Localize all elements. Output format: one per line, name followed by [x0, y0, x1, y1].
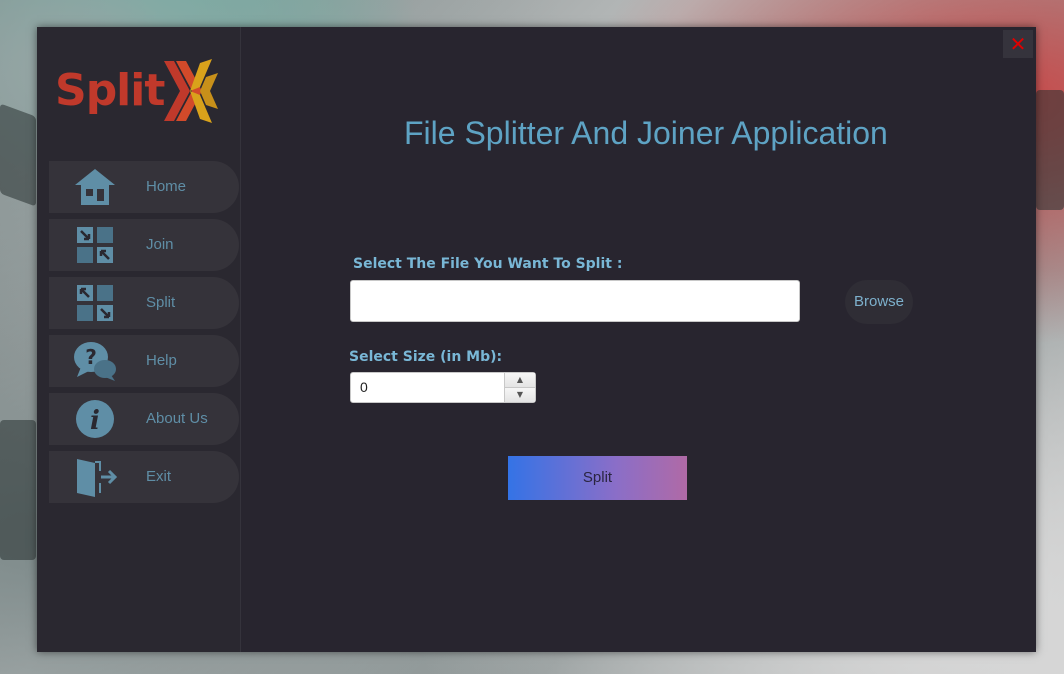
exit-icon: [77, 459, 117, 497]
sidebar-item-join[interactable]: Join: [49, 219, 239, 271]
svg-text:i: i: [90, 406, 100, 436]
size-select-label: Select Size (in Mb):: [349, 349, 503, 365]
background-shape: [0, 103, 36, 207]
sidebar: Split Home Join Split ? Help i About Us …: [37, 27, 241, 652]
page-title: File Splitter And Joiner Application: [404, 115, 888, 151]
file-select-label: Select The File You Want To Split :: [353, 256, 623, 272]
file-path-input[interactable]: [350, 280, 800, 322]
spinner-down-icon[interactable]: ▼: [505, 388, 535, 402]
sidebar-item-label: Exit: [146, 468, 172, 485]
size-spinner[interactable]: 0 ▲ ▼: [350, 372, 536, 403]
info-icon: i: [76, 400, 114, 438]
size-value[interactable]: 0: [360, 373, 368, 402]
spinner-buttons: ▲ ▼: [504, 373, 535, 402]
sidebar-item-label: Home: [146, 178, 187, 195]
sidebar-item-about-us[interactable]: i About Us: [49, 393, 239, 445]
spinner-up-icon[interactable]: ▲: [505, 373, 535, 388]
background-shape: [1036, 90, 1064, 210]
sidebar-item-label: Join: [146, 236, 174, 253]
logo-text: Split: [55, 65, 165, 116]
close-button[interactable]: ✕: [1003, 30, 1033, 58]
sidebar-item-label: Split: [146, 294, 176, 311]
sidebar-item-label: About Us: [146, 410, 208, 427]
home-icon: [75, 169, 115, 205]
background-shape: [0, 420, 36, 560]
help-icon: ?: [74, 342, 116, 381]
sidebar-item-label: Help: [146, 352, 177, 369]
svg-text:?: ?: [85, 345, 97, 369]
split-icon: [77, 285, 113, 321]
logo-x-icon: [164, 59, 218, 123]
app-window: Split Home Join Split ? Help i About Us …: [37, 27, 1036, 652]
sidebar-item-help[interactable]: ? Help: [49, 335, 239, 387]
sidebar-item-split[interactable]: Split: [49, 277, 239, 329]
split-button[interactable]: Split: [508, 456, 687, 500]
browse-button[interactable]: Browse: [845, 280, 913, 324]
join-icon: [77, 227, 113, 263]
app-logo: Split: [55, 57, 220, 127]
sidebar-item-home[interactable]: Home: [49, 161, 239, 213]
sidebar-item-exit[interactable]: Exit: [49, 451, 239, 503]
